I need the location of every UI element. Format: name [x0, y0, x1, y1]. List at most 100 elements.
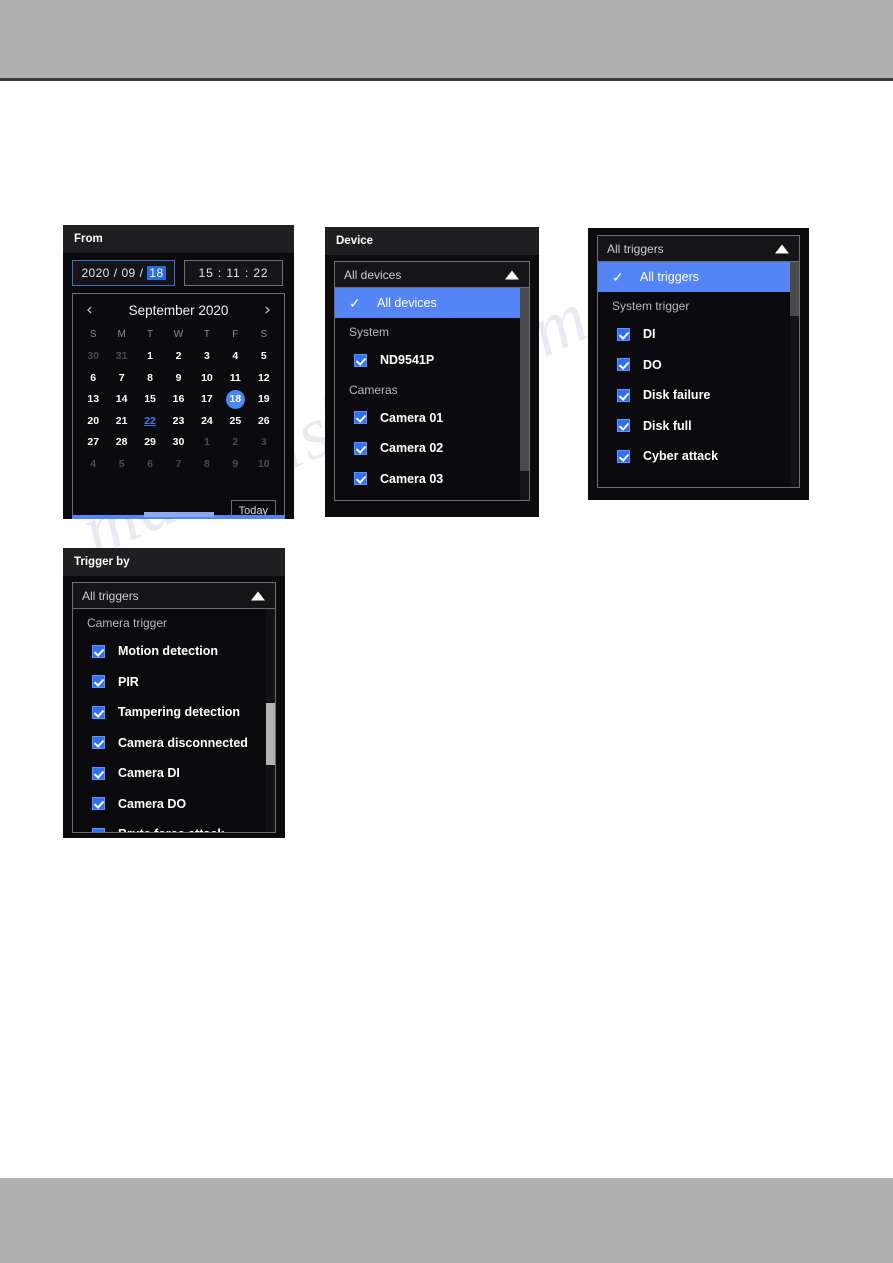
calendar-day-cell: 5	[107, 453, 135, 475]
calendar-day-cell[interactable]: 18	[221, 389, 249, 411]
device-select[interactable]: All devices	[334, 261, 530, 288]
checkbox-checked-icon[interactable]	[354, 472, 367, 486]
checkbox-checked-icon[interactable]	[92, 736, 105, 750]
checkbox-checked-icon[interactable]	[617, 388, 630, 402]
checkbox-checked-icon[interactable]	[92, 705, 105, 719]
calendar-day-label: 31	[115, 350, 128, 363]
date-day[interactable]: 18	[147, 266, 166, 280]
calendar-day-cell[interactable]: 29	[136, 432, 164, 454]
calendar-day-cell[interactable]: 13	[79, 389, 107, 411]
trigger-by-scrollbar-track[interactable]	[266, 609, 275, 832]
calendar-day-cell[interactable]: 28	[107, 432, 135, 454]
checkbox-checked-icon[interactable]	[617, 449, 630, 463]
calendar-day-cell[interactable]: 8	[136, 367, 164, 389]
calendar-day-cell[interactable]: 9	[164, 367, 192, 389]
from-panel-title: From	[63, 225, 294, 253]
checkbox-checked-icon[interactable]	[92, 827, 105, 832]
checkbox-checked-icon[interactable]	[617, 358, 630, 372]
calendar-day-cell[interactable]: 26	[250, 410, 278, 432]
calendar-day-cell[interactable]: 14	[107, 389, 135, 411]
time-input[interactable]: 15 : 11 : 22	[184, 260, 283, 286]
system-scrollbar-thumb[interactable]	[790, 262, 799, 316]
dropdown-option-all[interactable]: ✓ All devices	[335, 288, 529, 318]
checkbox-checked-icon[interactable]	[617, 327, 630, 341]
calendar-day-cell: 10	[250, 453, 278, 475]
caret-up-icon	[775, 244, 789, 253]
dropdown-checkbox-row[interactable]: DO	[598, 350, 799, 381]
dropdown-checkbox-row[interactable]: Disk failure	[598, 380, 799, 411]
trigger-by-scrollbar-thumb[interactable]	[266, 703, 275, 765]
dropdown-option-all[interactable]: ✓ All triggers	[598, 262, 799, 292]
dropdown-checkbox-row[interactable]: Disk full	[598, 411, 799, 442]
dropdown-checkbox-row[interactable]: Camera 03	[335, 464, 529, 495]
dropdown-checkbox-row[interactable]: Camera DI	[73, 758, 275, 789]
date-input[interactable]: 2020 / 09 / 18	[72, 260, 175, 286]
dropdown-checkbox-row[interactable]: ND9541P	[335, 345, 529, 376]
calendar-day-cell[interactable]: 25	[221, 410, 249, 432]
calendar-day-cell[interactable]: 23	[164, 410, 192, 432]
calendar-day-cell: 6	[136, 453, 164, 475]
checkbox-checked-icon[interactable]	[92, 644, 105, 658]
system-trigger-select[interactable]: All triggers	[597, 235, 800, 262]
dropdown-checkbox-row[interactable]: Camera disconnected	[73, 728, 275, 759]
calendar-day-cell[interactable]: 2	[164, 346, 192, 368]
calendar-day-cell[interactable]: 6	[79, 367, 107, 389]
system-scrollbar-track[interactable]	[790, 262, 799, 487]
calendar-day-cell[interactable]: 21	[107, 410, 135, 432]
calendar-day-label: 9	[175, 371, 182, 384]
dropdown-group-label: Cameras	[349, 382, 398, 397]
checkbox-checked-icon[interactable]	[354, 353, 367, 367]
dropdown-checkbox-row[interactable]: Camera 02	[335, 433, 529, 464]
dropdown-checkbox-row[interactable]: DI	[598, 319, 799, 350]
calendar-day-cell[interactable]: 7	[107, 367, 135, 389]
calendar-day-cell[interactable]: 3	[193, 346, 221, 368]
checkbox-checked-icon[interactable]	[92, 766, 105, 780]
dropdown-checkbox-label: Motion detection	[118, 644, 218, 659]
dropdown-checkbox-label: Camera 02	[380, 441, 444, 456]
calendar-day-label: 10	[257, 457, 270, 470]
checkbox-checked-icon[interactable]	[354, 411, 367, 425]
calendar-day-label: 12	[257, 371, 270, 384]
page-footer-band	[0, 1178, 893, 1263]
dropdown-checkbox-row[interactable]: Tampering detection	[73, 697, 275, 728]
dropdown-checkbox-row[interactable]: Motion detection	[73, 636, 275, 667]
calendar-day-cell: 8	[193, 453, 221, 475]
dropdown-checkbox-row[interactable]: Brute force attack	[73, 819, 275, 832]
calendar-day-label: 4	[232, 350, 239, 363]
calendar-day-cell: 7	[164, 453, 192, 475]
dropdown-checkbox-label: ND9541P	[380, 353, 435, 368]
dropdown-checkbox-row[interactable]: Cyber attack	[598, 441, 799, 472]
checkbox-checked-icon[interactable]	[92, 797, 105, 811]
calendar-day-cell[interactable]: 30	[164, 432, 192, 454]
dropdown-checkbox-row[interactable]: Camera DO	[73, 789, 275, 820]
device-panel: Device All devices ✓ All devices System ND9…	[325, 227, 539, 517]
calendar-day-cell[interactable]: 11	[221, 367, 249, 389]
dropdown-checkbox-row[interactable]: PIR	[73, 667, 275, 698]
trigger-by-select[interactable]: All triggers	[72, 582, 276, 609]
calendar-day-cell[interactable]: 24	[193, 410, 221, 432]
calendar-day-cell[interactable]: 4	[221, 346, 249, 368]
calendar-day-cell[interactable]: 19	[250, 389, 278, 411]
calendar-day-cell[interactable]: 22	[136, 410, 164, 432]
calendar-day-label: 1	[147, 350, 153, 363]
checkbox-checked-icon[interactable]	[354, 441, 367, 455]
checkbox-checked-icon[interactable]	[617, 419, 630, 433]
prev-month-icon[interactable]: ‹	[86, 302, 93, 319]
calendar-day-cell[interactable]: 17	[193, 389, 221, 411]
next-month-icon[interactable]: ›	[264, 302, 271, 319]
device-scrollbar-track[interactable]	[520, 288, 529, 500]
calendar-day-cell[interactable]: 20	[79, 410, 107, 432]
caret-up-icon	[251, 591, 265, 600]
device-scrollbar-thumb[interactable]	[520, 288, 529, 471]
calendar-day-cell[interactable]: 5	[250, 346, 278, 368]
from-panel-bottom-edge	[72, 512, 285, 519]
calendar-day-cell[interactable]: 16	[164, 389, 192, 411]
checkbox-checked-icon[interactable]	[92, 675, 105, 689]
calendar-day-cell[interactable]: 10	[193, 367, 221, 389]
calendar-month-label: September 2020	[128, 303, 229, 318]
calendar-day-cell[interactable]: 12	[250, 367, 278, 389]
calendar-day-cell[interactable]: 27	[79, 432, 107, 454]
calendar-day-cell[interactable]: 15	[136, 389, 164, 411]
dropdown-checkbox-row[interactable]: Camera 01	[335, 403, 529, 434]
calendar-day-cell[interactable]: 1	[136, 346, 164, 368]
